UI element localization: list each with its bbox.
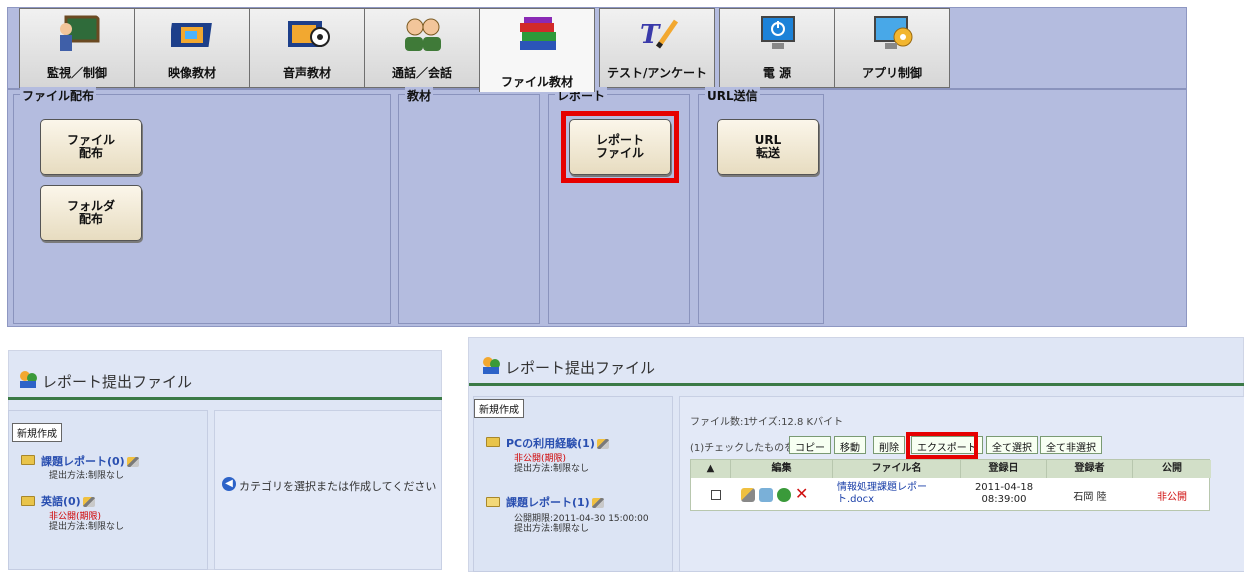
public-status: 非公開 [1157, 492, 1187, 503]
books-icon [520, 17, 556, 50]
delete-x-icon[interactable]: ✕ [795, 484, 808, 503]
film-strip-icon [171, 23, 212, 47]
tab-file-material[interactable]: ファイル教材 [479, 8, 595, 92]
app-control-monitor-icon [874, 16, 913, 49]
tab-label: ファイル教材 [500, 75, 573, 89]
sort-indicator[interactable]: ▲ [691, 460, 731, 478]
owner-name: 石岡 陸 [1073, 492, 1107, 503]
tab-label: 電 源 [762, 66, 792, 80]
report-people-icon [20, 371, 37, 388]
category-item[interactable]: 課題レポート(0) [41, 453, 139, 469]
new-category-button[interactable]: 新規作成 [474, 399, 524, 418]
group-url-send: URL送信 URL 転送 [698, 87, 824, 324]
test-pen-icon: T [640, 19, 679, 50]
table-row: ✕ 情報処理課題レポート.docx 2011-04-18 08:39:00 石岡… [691, 478, 1211, 512]
column-header-owner[interactable]: 登録者 [1047, 460, 1133, 478]
tab-label: 監視／制御 [46, 66, 107, 80]
properties-icon[interactable] [759, 488, 773, 502]
report-people-icon [483, 357, 500, 374]
file-material-toolbar: 監視／制御 映像教材 音声教材 通話／会話 ファイル教材 T テスト/アンケート… [7, 7, 1187, 327]
arrow-left-icon: ◀ [222, 477, 236, 491]
tab-label: アプリ制御 [861, 66, 922, 80]
column-header-public[interactable]: 公開 [1133, 460, 1211, 478]
title-divider [469, 383, 1244, 386]
delete-button[interactable]: 削除 [873, 436, 905, 454]
tab-call-conversation[interactable]: 通話／会話 [364, 8, 480, 88]
folder-distribution-button[interactable]: フォルダ 配布 [40, 185, 142, 241]
column-header-date[interactable]: 登録日 [961, 460, 1047, 478]
category-item[interactable]: PCの利用経験(1) [506, 435, 609, 451]
title-divider [8, 397, 442, 400]
export-highlight [906, 432, 978, 459]
edit-pencil-icon[interactable] [591, 498, 604, 508]
category-method: 提出方法:制限なし [49, 522, 125, 532]
tab-label: 通話／会話 [391, 66, 452, 80]
empty-content-pane: ◀ カテゴリを選択または作成してください [214, 410, 442, 570]
group-title: ファイル配布 [20, 87, 97, 104]
group-material: 教材 [398, 87, 540, 324]
open-folder-icon [486, 497, 500, 507]
move-button[interactable]: 移動 [834, 436, 866, 454]
category-method: 提出方法:制限なし [514, 464, 590, 474]
file-list-pane: ファイル数:1 サイズ:12.8 Kバイト (1)チェックしたものを: コピー … [679, 396, 1244, 572]
report-panel-right: レポート提出ファイル 新規作成 PCの利用経験(1) 非公開(期限) 提出方法:… [468, 337, 1244, 572]
audio-tape-icon [288, 21, 330, 47]
category-method: 提出方法:制限なし [514, 524, 590, 534]
edit-pencil-icon[interactable] [596, 439, 609, 449]
group-title: URL送信 [705, 87, 760, 104]
teacher-blackboard-icon [60, 15, 100, 51]
tab-video-material[interactable]: 映像教材 [134, 8, 250, 88]
category-method: 提出方法:制限なし [49, 471, 125, 481]
select-category-hint: カテゴリを選択または作成してください [239, 480, 437, 493]
folder-icon [21, 496, 35, 506]
tab-label: テスト/アンケート [607, 66, 707, 80]
tab-monitor-control[interactable]: 監視／制御 [19, 8, 135, 88]
report-file-highlight [561, 111, 679, 183]
tab-test-questionnaire[interactable]: T テスト/アンケート [599, 8, 715, 88]
registered-date: 2011-04-18 08:39:00 [974, 482, 1034, 505]
select-all-button[interactable]: 全て選択 [986, 436, 1038, 454]
file-count: ファイル数:1 [690, 417, 750, 428]
category-list: 新規作成 課題レポート(0) 提出方法:制限なし 英語(0) 非公開(期限) 提… [8, 410, 208, 570]
file-name-link[interactable]: 情報処理課題レポート.docx [837, 482, 955, 506]
group-report: レポート レポート ファイル [548, 87, 690, 324]
column-header-filename[interactable]: ファイル名 [833, 460, 961, 478]
group-file-distribution: ファイル配布 ファイル 配布 フォルダ 配布 [13, 87, 391, 324]
url-transfer-button[interactable]: URL 転送 [717, 119, 819, 175]
panel-title: レポート提出ファイル [42, 373, 193, 391]
folder-icon [486, 437, 500, 447]
new-category-button[interactable]: 新規作成 [12, 423, 62, 442]
file-distribution-button[interactable]: ファイル 配布 [40, 119, 142, 175]
tab-audio-material[interactable]: 音声教材 [249, 8, 365, 88]
copy-button[interactable]: コピー [789, 436, 831, 454]
tab-power[interactable]: 電 源 [719, 8, 835, 88]
edit-icon[interactable] [741, 488, 755, 502]
panel-title: レポート提出ファイル [505, 359, 656, 377]
report-panel-left: レポート提出ファイル 新規作成 課題レポート(0) 提出方法:制限なし 英語(0… [8, 350, 442, 570]
category-item[interactable]: 英語(0) [41, 493, 95, 509]
share-icon[interactable] [777, 488, 791, 502]
folder-icon [21, 455, 35, 465]
tab-label: 映像教材 [167, 66, 216, 80]
category-list: 新規作成 PCの利用経験(1) 非公開(期限) 提出方法:制限なし 課題レポート… [473, 396, 673, 572]
power-monitor-icon [761, 16, 795, 49]
row-checkbox[interactable] [711, 490, 721, 500]
category-item-selected[interactable]: 課題レポート(1) [506, 494, 604, 510]
deselect-all-button[interactable]: 全て非選択 [1040, 436, 1102, 454]
edit-pencil-icon[interactable] [126, 457, 139, 467]
checked-action-label: (1)チェックしたものを: [690, 443, 798, 454]
tab-label: 音声教材 [282, 66, 331, 80]
tab-app-control[interactable]: アプリ制御 [834, 8, 950, 88]
file-table: ▲ 編集 ファイル名 登録日 登録者 公開 ✕ 情報処理課題レポート.docx … [690, 459, 1211, 512]
tab-strip: 監視／制御 映像教材 音声教材 通話／会話 ファイル教材 T テスト/アンケート… [8, 8, 1186, 92]
group-title: 教材 [405, 87, 434, 104]
total-size: サイズ:12.8 Kバイト [748, 417, 844, 428]
column-header-edit[interactable]: 編集 [731, 460, 833, 478]
people-talking-icon [405, 18, 441, 51]
edit-pencil-icon[interactable] [82, 497, 95, 507]
